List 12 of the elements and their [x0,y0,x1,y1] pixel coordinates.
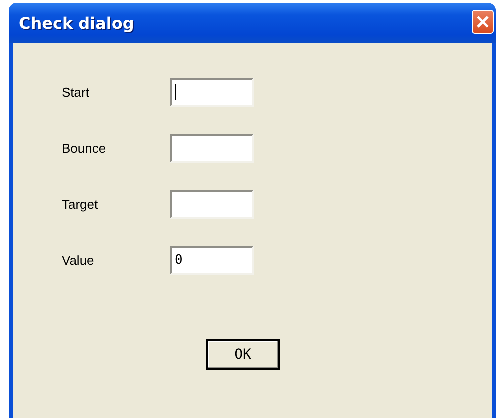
field-label: Value [62,252,96,268]
field-label: Start [62,84,90,100]
ok-button[interactable]: OK [206,339,280,370]
input-field[interactable] [170,190,254,218]
input-field[interactable]: 0 [170,246,254,274]
close-icon [476,15,490,29]
input-field[interactable] [170,78,254,106]
input-field[interactable] [170,134,254,162]
close-button[interactable] [472,10,494,34]
window-title: Check dialog [19,14,134,32]
field-label: Bounce [62,140,108,156]
field-label: Target [62,196,100,212]
